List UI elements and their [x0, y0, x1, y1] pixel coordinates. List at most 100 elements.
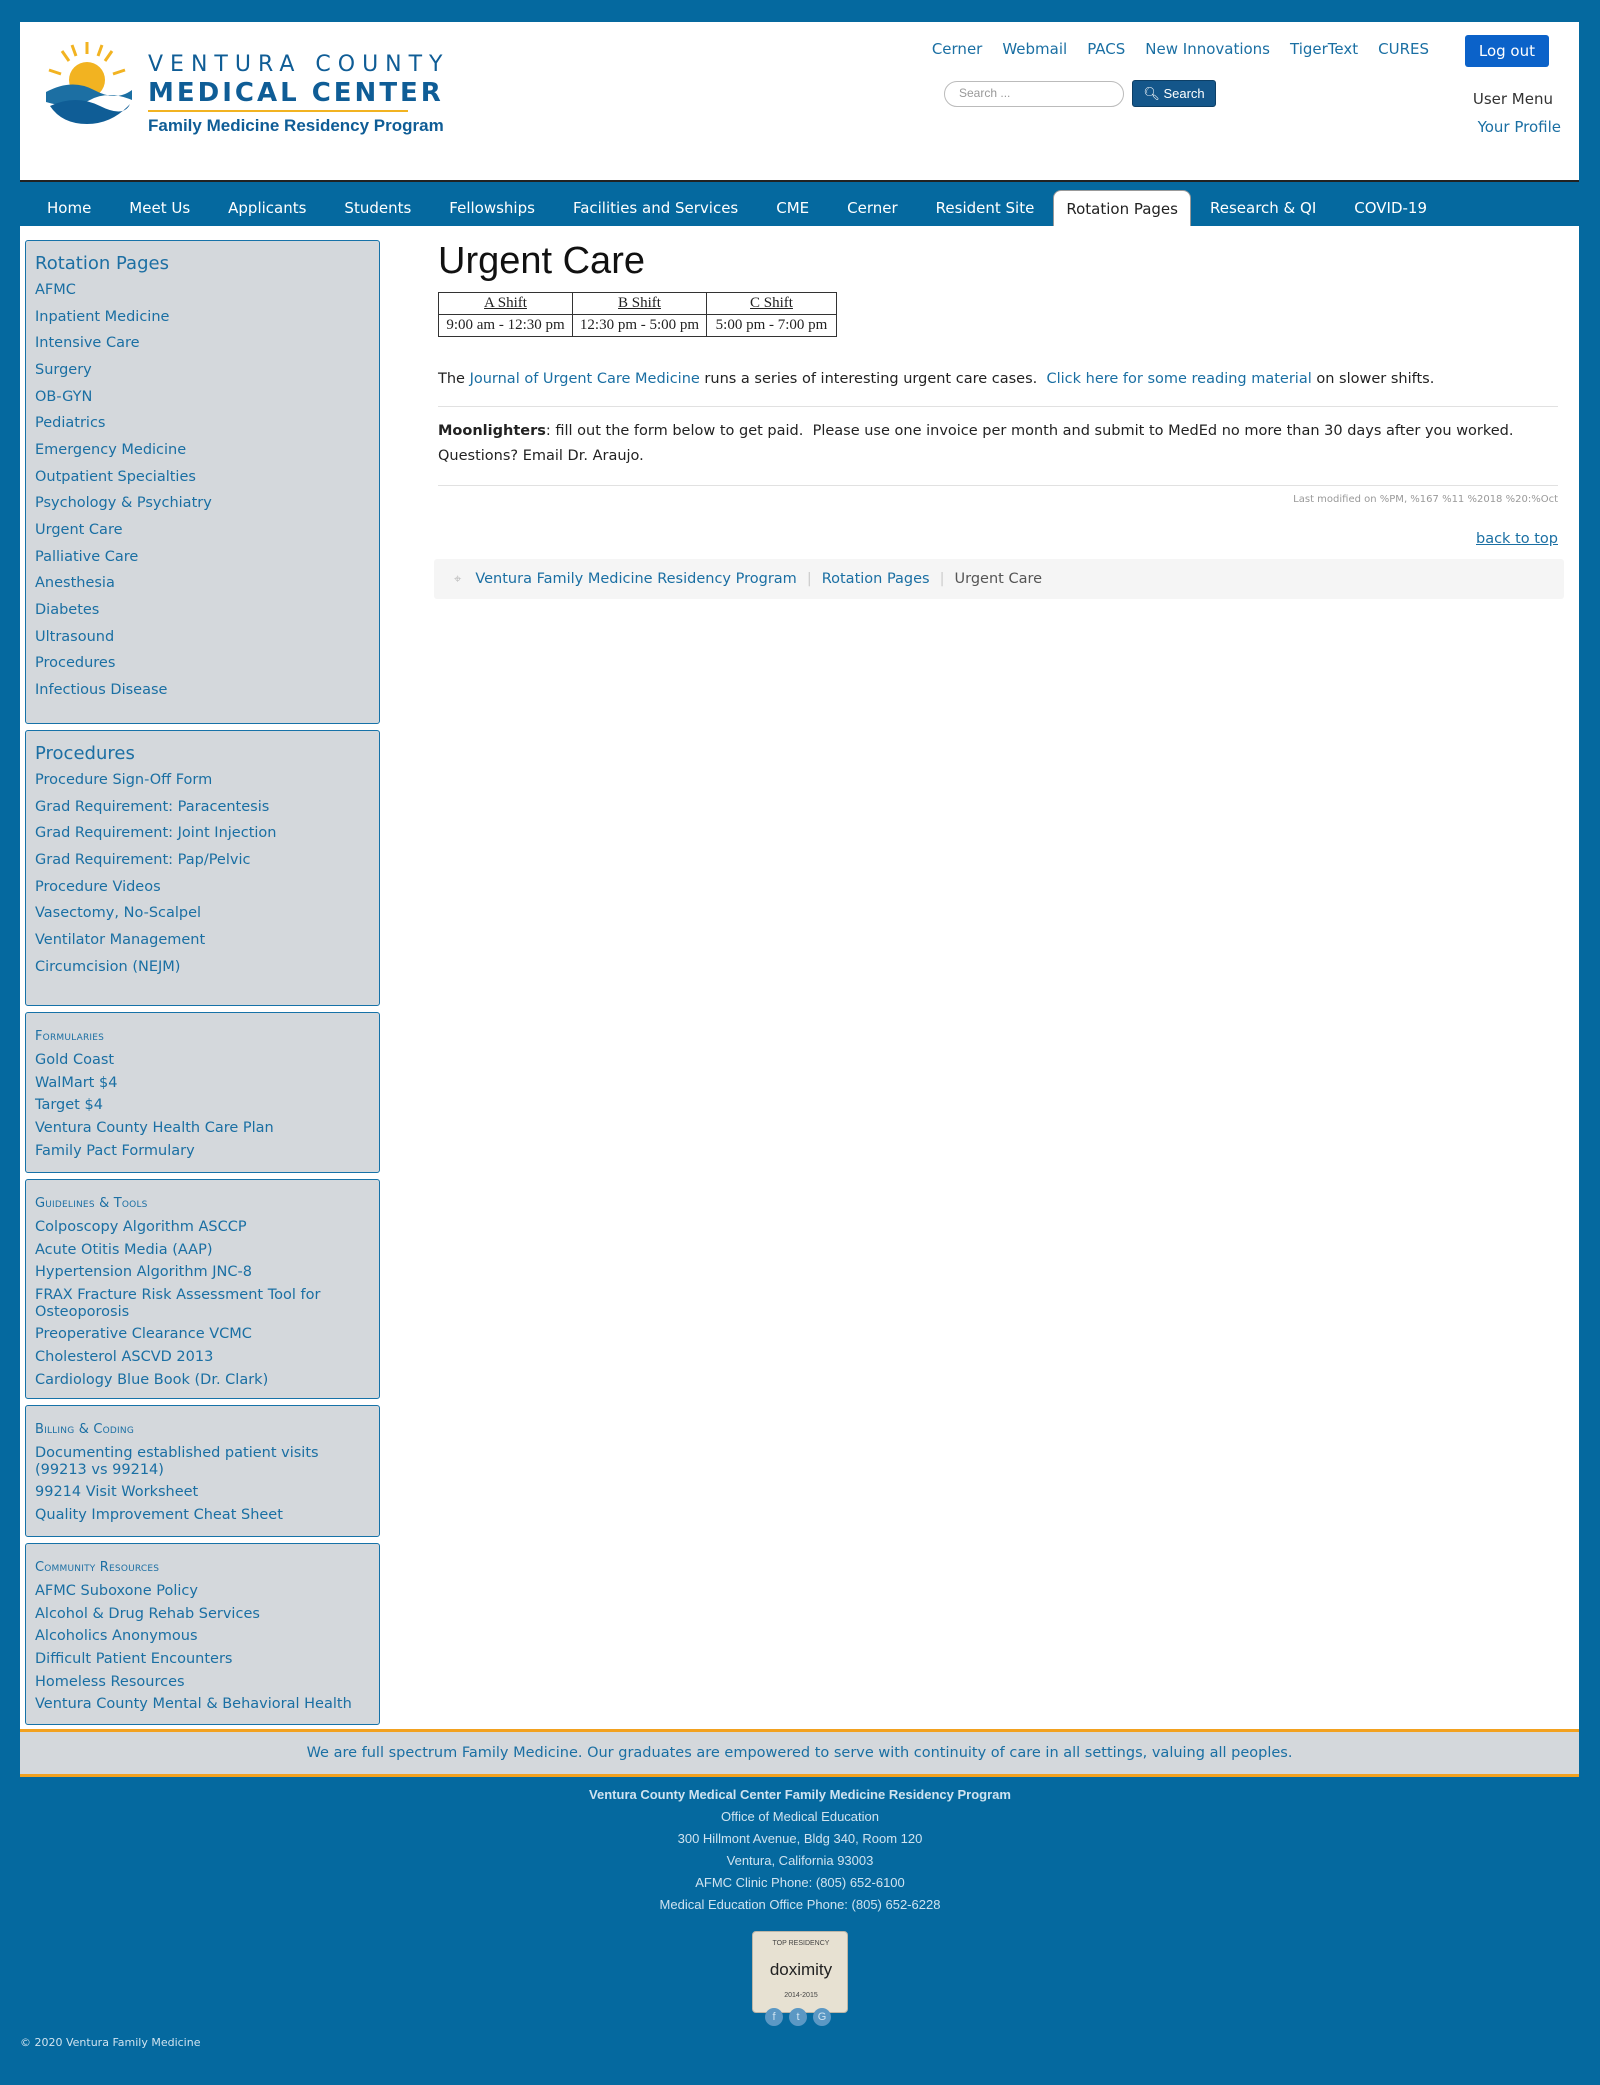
last-modified: Last modified on %PM, %167 %11 %2018 %20…	[1293, 494, 1558, 505]
guideline-item[interactable]: Colposcopy Algorithm ASCCP	[35, 1219, 370, 1236]
procedure-item[interactable]: Grad Requirement: Pap/Pelvic	[35, 852, 370, 869]
google-plus-icon[interactable]: G	[813, 2008, 831, 2026]
nav-facilities[interactable]: Facilities and Services	[554, 190, 757, 226]
top-link-new-innovations[interactable]: New Innovations	[1145, 40, 1270, 58]
formulary-item[interactable]: Ventura County Health Care Plan	[35, 1120, 370, 1137]
nav-home[interactable]: Home	[28, 190, 110, 226]
rotation-item[interactable]: Emergency Medicine	[35, 442, 370, 459]
shift-time-c: 5:00 pm - 7:00 pm	[706, 314, 837, 337]
search-button[interactable]: 🔍︎ Search	[1132, 80, 1216, 107]
procedure-item[interactable]: Ventilator Management	[35, 932, 370, 949]
procedure-item[interactable]: Circumcision (NEJM)	[35, 959, 370, 976]
formulary-item[interactable]: Target $4	[35, 1097, 370, 1114]
rotation-item[interactable]: Inpatient Medicine	[35, 309, 370, 326]
twitter-icon[interactable]: t	[789, 2008, 807, 2026]
journal-text-post: on slower shifts.	[1311, 371, 1435, 387]
billing-item[interactable]: Quality Improvement Cheat Sheet	[35, 1507, 370, 1524]
guideline-item[interactable]: Cardiology Blue Book (Dr. Clark)	[35, 1372, 370, 1389]
nav-research-qi[interactable]: Research & QI	[1191, 190, 1335, 226]
site-logo[interactable]: VENTURA COUNTY MEDICAL CENTER Family Med…	[42, 38, 444, 135]
page-title: Urgent Care	[438, 240, 645, 282]
procedure-item[interactable]: Grad Requirement: Joint Injection	[35, 825, 370, 842]
doximity-badge[interactable]: TOP RESIDENCY doximity 2014-2015	[752, 1931, 848, 2013]
rotation-item[interactable]: AFMC	[35, 282, 370, 299]
procedures-title: Procedures	[35, 743, 135, 764]
rotation-item[interactable]: Procedures	[35, 655, 370, 672]
location-pin-icon: ⌖	[454, 571, 462, 587]
community-resource-item[interactable]: Alcohol & Drug Rehab Services	[35, 1606, 370, 1623]
formulary-item[interactable]: WalMart $4	[35, 1075, 370, 1092]
journal-link[interactable]: Journal of Urgent Care Medicine	[470, 371, 700, 387]
nav-meet-us[interactable]: Meet Us	[110, 190, 209, 226]
main-nav: Home Meet Us Applicants Students Fellows…	[20, 190, 1579, 226]
logo-line-3: Family Medicine Residency Program	[148, 116, 444, 135]
community-resource-item[interactable]: AFMC Suboxone Policy	[35, 1583, 370, 1600]
formulary-item[interactable]: Family Pact Formulary	[35, 1143, 370, 1160]
shift-header-row: A Shift B Shift C Shift	[438, 292, 837, 315]
journal-paragraph: The Journal of Urgent Care Medicine runs…	[438, 367, 1558, 392]
reading-material-link[interactable]: Click here for some reading material	[1046, 371, 1311, 387]
rotation-item[interactable]: OB-GYN	[35, 389, 370, 406]
rotation-item[interactable]: Urgent Care	[35, 522, 370, 539]
nav-applicants[interactable]: Applicants	[209, 190, 325, 226]
rotation-item[interactable]: Infectious Disease	[35, 682, 370, 699]
rotation-item[interactable]: Surgery	[35, 362, 370, 379]
nav-covid-19[interactable]: COVID-19	[1335, 190, 1446, 226]
rotation-item[interactable]: Outpatient Specialties	[35, 469, 370, 486]
billing-item[interactable]: 99214 Visit Worksheet	[35, 1484, 370, 1501]
nav-resident-site[interactable]: Resident Site	[917, 190, 1054, 226]
nav-rotation-pages[interactable]: Rotation Pages	[1053, 190, 1191, 226]
search-input[interactable]: Search ...	[944, 81, 1124, 107]
guidelines-list: Colposcopy Algorithm ASCCP Acute Otitis M…	[35, 1219, 370, 1388]
rotation-item[interactable]: Palliative Care	[35, 549, 370, 566]
billing-item[interactable]: Documenting established patient visits (…	[35, 1445, 370, 1478]
procedure-item[interactable]: Vasectomy, No-Scalpel	[35, 905, 370, 922]
shift-header-b: B Shift	[572, 292, 707, 315]
nav-students[interactable]: Students	[325, 190, 430, 226]
top-link-webmail[interactable]: Webmail	[1002, 40, 1067, 58]
community-resource-item[interactable]: Difficult Patient Encounters	[35, 1651, 370, 1668]
guideline-item[interactable]: FRAX Fracture Risk Assessment Tool for O…	[35, 1287, 370, 1320]
guideline-item[interactable]: Preoperative Clearance VCMC	[35, 1326, 370, 1343]
address-line: Office of Medical Education	[720, 1809, 879, 1824]
address-line: Ventura, California 93003	[726, 1853, 874, 1868]
community-resource-item[interactable]: Ventura County Mental & Behavioral Healt…	[35, 1696, 370, 1713]
rotation-item[interactable]: Diabetes	[35, 602, 370, 619]
breadcrumb: ⌖ Ventura Family Medicine Residency Prog…	[434, 559, 1564, 599]
rotation-item[interactable]: Intensive Care	[35, 335, 370, 352]
community-resource-item[interactable]: Alcoholics Anonymous	[35, 1628, 370, 1645]
logout-button[interactable]: Log out	[1464, 35, 1549, 67]
guideline-item[interactable]: Hypertension Algorithm JNC-8	[35, 1264, 370, 1281]
sun-wave-logo-icon	[46, 42, 132, 124]
guideline-item[interactable]: Cholesterol ASCVD 2013	[35, 1349, 370, 1366]
nav-cerner[interactable]: Cerner	[828, 190, 917, 226]
guideline-item[interactable]: Acute Otitis Media (AAP)	[35, 1242, 370, 1259]
procedure-item[interactable]: Grad Requirement: Paracentesis	[35, 799, 370, 816]
your-profile-link[interactable]: Your Profile	[1473, 118, 1561, 136]
breadcrumb-rotation-pages[interactable]: Rotation Pages	[822, 571, 930, 587]
procedure-item[interactable]: Procedure Videos	[35, 879, 370, 896]
procedure-item[interactable]: Procedure Sign-Off Form	[35, 772, 370, 789]
top-link-cerner[interactable]: Cerner	[932, 40, 983, 58]
facebook-icon[interactable]: f	[765, 2008, 783, 2026]
back-to-top-link[interactable]: back to top	[438, 531, 1558, 547]
rotation-item[interactable]: Pediatrics	[35, 415, 370, 432]
nav-cme[interactable]: CME	[757, 190, 828, 226]
rotation-item[interactable]: Anesthesia	[35, 575, 370, 592]
community-resource-item[interactable]: Homeless Resources	[35, 1674, 370, 1691]
rotation-item[interactable]: Psychology & Psychiatry	[35, 495, 370, 512]
logo-line-2: MEDICAL CENTER	[148, 78, 444, 108]
nav-fellowships[interactable]: Fellowships	[430, 190, 554, 226]
formulary-item[interactable]: Gold Coast	[35, 1052, 370, 1069]
rotation-pages-panel: Rotation Pages AFMC Inpatient Medicine Int…	[25, 240, 380, 724]
breadcrumb-separator: |	[939, 571, 945, 587]
breadcrumb-home[interactable]: Ventura Family Medicine Residency Progra…	[475, 571, 796, 587]
top-link-pacs[interactable]: PACS	[1087, 40, 1125, 58]
main-content: Urgent Care A Shift B Shift C Shift 9:00…	[434, 240, 1564, 599]
top-link-cures[interactable]: CURES	[1378, 40, 1429, 58]
badge-name: doximity	[769, 1960, 833, 1979]
rotation-pages-title: Rotation Pages	[35, 253, 169, 274]
rotation-item[interactable]: Ultrasound	[35, 629, 370, 646]
shift-time-row: 9:00 am - 12:30 pm 12:30 pm - 5:00 pm 5:…	[438, 314, 837, 337]
top-link-tigertext[interactable]: TigerText	[1290, 40, 1358, 58]
